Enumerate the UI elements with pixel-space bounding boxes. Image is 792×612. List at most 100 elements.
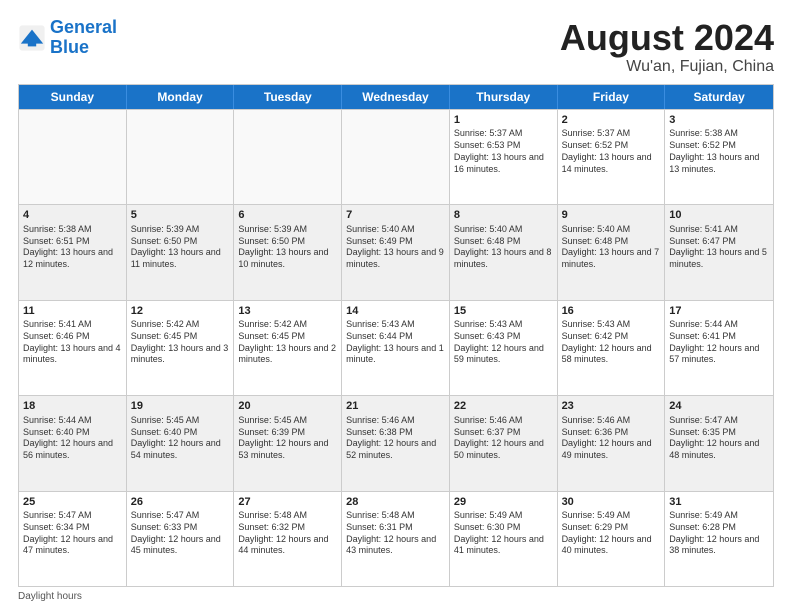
day-number: 9 bbox=[562, 208, 661, 223]
header-monday: Monday bbox=[127, 85, 235, 109]
day-number: 13 bbox=[238, 304, 337, 319]
cell-info: Sunrise: 5:40 AM Sunset: 6:48 PM Dayligh… bbox=[562, 224, 661, 271]
calendar-cell: 1Sunrise: 5:37 AM Sunset: 6:53 PM Daylig… bbox=[450, 110, 558, 204]
calendar-cell: 8Sunrise: 5:40 AM Sunset: 6:48 PM Daylig… bbox=[450, 205, 558, 299]
header-friday: Friday bbox=[558, 85, 666, 109]
day-number: 15 bbox=[454, 304, 553, 319]
cell-info: Sunrise: 5:47 AM Sunset: 6:33 PM Dayligh… bbox=[131, 510, 230, 557]
calendar-cell: 22Sunrise: 5:46 AM Sunset: 6:37 PM Dayli… bbox=[450, 396, 558, 490]
calendar-cell: 16Sunrise: 5:43 AM Sunset: 6:42 PM Dayli… bbox=[558, 301, 666, 395]
cell-info: Sunrise: 5:48 AM Sunset: 6:32 PM Dayligh… bbox=[238, 510, 337, 557]
calendar-cell: 9Sunrise: 5:40 AM Sunset: 6:48 PM Daylig… bbox=[558, 205, 666, 299]
cell-info: Sunrise: 5:43 AM Sunset: 6:43 PM Dayligh… bbox=[454, 319, 553, 366]
header: General Blue August 2024 Wu'an, Fujian, … bbox=[18, 18, 774, 76]
header-sunday: Sunday bbox=[19, 85, 127, 109]
day-number: 12 bbox=[131, 304, 230, 319]
logo-line2: Blue bbox=[50, 37, 89, 57]
calendar-week-2: 4Sunrise: 5:38 AM Sunset: 6:51 PM Daylig… bbox=[19, 204, 773, 299]
logo-line1: General bbox=[50, 17, 117, 37]
calendar-cell bbox=[342, 110, 450, 204]
footer: Daylight hours bbox=[18, 591, 774, 602]
day-number: 8 bbox=[454, 208, 553, 223]
calendar-cell: 2Sunrise: 5:37 AM Sunset: 6:52 PM Daylig… bbox=[558, 110, 666, 204]
cell-info: Sunrise: 5:46 AM Sunset: 6:37 PM Dayligh… bbox=[454, 415, 553, 462]
calendar-cell: 20Sunrise: 5:45 AM Sunset: 6:39 PM Dayli… bbox=[234, 396, 342, 490]
cell-info: Sunrise: 5:49 AM Sunset: 6:30 PM Dayligh… bbox=[454, 510, 553, 557]
cell-info: Sunrise: 5:47 AM Sunset: 6:35 PM Dayligh… bbox=[669, 415, 769, 462]
cell-info: Sunrise: 5:37 AM Sunset: 6:52 PM Dayligh… bbox=[562, 128, 661, 175]
calendar-body: 1Sunrise: 5:37 AM Sunset: 6:53 PM Daylig… bbox=[19, 109, 773, 586]
day-number: 29 bbox=[454, 495, 553, 510]
calendar-week-3: 11Sunrise: 5:41 AM Sunset: 6:46 PM Dayli… bbox=[19, 300, 773, 395]
header-saturday: Saturday bbox=[665, 85, 773, 109]
calendar-cell: 27Sunrise: 5:48 AM Sunset: 6:32 PM Dayli… bbox=[234, 492, 342, 586]
cell-info: Sunrise: 5:45 AM Sunset: 6:39 PM Dayligh… bbox=[238, 415, 337, 462]
cell-info: Sunrise: 5:46 AM Sunset: 6:38 PM Dayligh… bbox=[346, 415, 445, 462]
page: General Blue August 2024 Wu'an, Fujian, … bbox=[0, 0, 792, 612]
cell-info: Sunrise: 5:48 AM Sunset: 6:31 PM Dayligh… bbox=[346, 510, 445, 557]
calendar-cell bbox=[234, 110, 342, 204]
cell-info: Sunrise: 5:49 AM Sunset: 6:29 PM Dayligh… bbox=[562, 510, 661, 557]
calendar-cell: 3Sunrise: 5:38 AM Sunset: 6:52 PM Daylig… bbox=[665, 110, 773, 204]
day-number: 3 bbox=[669, 113, 769, 128]
calendar-cell bbox=[127, 110, 235, 204]
calendar-cell: 19Sunrise: 5:45 AM Sunset: 6:40 PM Dayli… bbox=[127, 396, 235, 490]
calendar-cell: 6Sunrise: 5:39 AM Sunset: 6:50 PM Daylig… bbox=[234, 205, 342, 299]
header-wednesday: Wednesday bbox=[342, 85, 450, 109]
calendar-cell: 25Sunrise: 5:47 AM Sunset: 6:34 PM Dayli… bbox=[19, 492, 127, 586]
calendar-cell: 18Sunrise: 5:44 AM Sunset: 6:40 PM Dayli… bbox=[19, 396, 127, 490]
calendar-cell: 17Sunrise: 5:44 AM Sunset: 6:41 PM Dayli… bbox=[665, 301, 773, 395]
day-number: 27 bbox=[238, 495, 337, 510]
calendar-cell: 15Sunrise: 5:43 AM Sunset: 6:43 PM Dayli… bbox=[450, 301, 558, 395]
day-number: 17 bbox=[669, 304, 769, 319]
day-number: 28 bbox=[346, 495, 445, 510]
calendar-cell: 7Sunrise: 5:40 AM Sunset: 6:49 PM Daylig… bbox=[342, 205, 450, 299]
cell-info: Sunrise: 5:38 AM Sunset: 6:52 PM Dayligh… bbox=[669, 128, 769, 175]
day-number: 6 bbox=[238, 208, 337, 223]
footer-label: Daylight hours bbox=[18, 591, 82, 602]
title-block: August 2024 Wu'an, Fujian, China bbox=[560, 18, 774, 76]
day-number: 24 bbox=[669, 399, 769, 414]
header-thursday: Thursday bbox=[450, 85, 558, 109]
cell-info: Sunrise: 5:45 AM Sunset: 6:40 PM Dayligh… bbox=[131, 415, 230, 462]
day-number: 30 bbox=[562, 495, 661, 510]
day-number: 11 bbox=[23, 304, 122, 319]
day-number: 23 bbox=[562, 399, 661, 414]
calendar-week-5: 25Sunrise: 5:47 AM Sunset: 6:34 PM Dayli… bbox=[19, 491, 773, 586]
calendar-cell: 14Sunrise: 5:43 AM Sunset: 6:44 PM Dayli… bbox=[342, 301, 450, 395]
day-number: 18 bbox=[23, 399, 122, 414]
calendar-cell: 23Sunrise: 5:46 AM Sunset: 6:36 PM Dayli… bbox=[558, 396, 666, 490]
day-number: 26 bbox=[131, 495, 230, 510]
cell-info: Sunrise: 5:39 AM Sunset: 6:50 PM Dayligh… bbox=[131, 224, 230, 271]
cell-info: Sunrise: 5:43 AM Sunset: 6:44 PM Dayligh… bbox=[346, 319, 445, 366]
day-number: 21 bbox=[346, 399, 445, 414]
logo: General Blue bbox=[18, 18, 117, 58]
cell-info: Sunrise: 5:47 AM Sunset: 6:34 PM Dayligh… bbox=[23, 510, 122, 557]
day-number: 20 bbox=[238, 399, 337, 414]
calendar-week-4: 18Sunrise: 5:44 AM Sunset: 6:40 PM Dayli… bbox=[19, 395, 773, 490]
calendar-cell: 12Sunrise: 5:42 AM Sunset: 6:45 PM Dayli… bbox=[127, 301, 235, 395]
day-number: 7 bbox=[346, 208, 445, 223]
calendar-cell bbox=[19, 110, 127, 204]
cell-info: Sunrise: 5:40 AM Sunset: 6:49 PM Dayligh… bbox=[346, 224, 445, 271]
calendar-cell: 21Sunrise: 5:46 AM Sunset: 6:38 PM Dayli… bbox=[342, 396, 450, 490]
day-number: 14 bbox=[346, 304, 445, 319]
cell-info: Sunrise: 5:41 AM Sunset: 6:46 PM Dayligh… bbox=[23, 319, 122, 366]
calendar-cell: 31Sunrise: 5:49 AM Sunset: 6:28 PM Dayli… bbox=[665, 492, 773, 586]
cell-info: Sunrise: 5:43 AM Sunset: 6:42 PM Dayligh… bbox=[562, 319, 661, 366]
calendar-cell: 13Sunrise: 5:42 AM Sunset: 6:45 PM Dayli… bbox=[234, 301, 342, 395]
title-location: Wu'an, Fujian, China bbox=[560, 58, 774, 76]
cell-info: Sunrise: 5:37 AM Sunset: 6:53 PM Dayligh… bbox=[454, 128, 553, 175]
header-tuesday: Tuesday bbox=[234, 85, 342, 109]
day-number: 25 bbox=[23, 495, 122, 510]
day-number: 2 bbox=[562, 113, 661, 128]
logo-text: General Blue bbox=[50, 18, 117, 58]
cell-info: Sunrise: 5:46 AM Sunset: 6:36 PM Dayligh… bbox=[562, 415, 661, 462]
calendar-cell: 30Sunrise: 5:49 AM Sunset: 6:29 PM Dayli… bbox=[558, 492, 666, 586]
calendar-header: Sunday Monday Tuesday Wednesday Thursday… bbox=[19, 85, 773, 109]
calendar-cell: 5Sunrise: 5:39 AM Sunset: 6:50 PM Daylig… bbox=[127, 205, 235, 299]
title-month: August 2024 bbox=[560, 18, 774, 58]
calendar-cell: 4Sunrise: 5:38 AM Sunset: 6:51 PM Daylig… bbox=[19, 205, 127, 299]
calendar-cell: 26Sunrise: 5:47 AM Sunset: 6:33 PM Dayli… bbox=[127, 492, 235, 586]
cell-info: Sunrise: 5:40 AM Sunset: 6:48 PM Dayligh… bbox=[454, 224, 553, 271]
